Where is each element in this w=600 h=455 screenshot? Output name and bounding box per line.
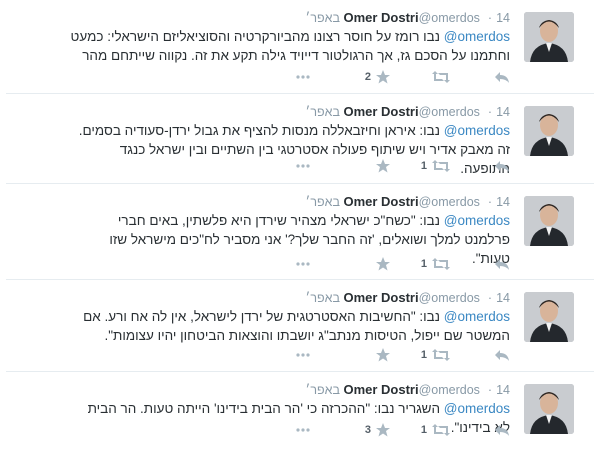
reply-button[interactable] xyxy=(450,71,510,84)
reply-button[interactable] xyxy=(450,424,510,437)
star-icon xyxy=(376,423,390,437)
avatar[interactable] xyxy=(524,292,574,342)
more-button[interactable] xyxy=(296,164,330,168)
reply-icon xyxy=(495,349,509,361)
tweet-header: Omer Dostri@omerdos ·14 באפר׳ xyxy=(306,104,510,120)
separator-dot: · xyxy=(487,195,493,209)
more-dots-icon xyxy=(296,164,310,168)
favorite-button[interactable] xyxy=(330,257,390,271)
reply-button[interactable] xyxy=(450,349,510,362)
more-dots-icon xyxy=(296,262,310,266)
more-button[interactable] xyxy=(296,75,330,79)
tweet-text: @omerdos נבו: "החשיבות האסטרטגית של ירדן… xyxy=(70,307,510,345)
author-name[interactable]: Omer Dostri xyxy=(343,382,418,397)
author-name[interactable]: Omer Dostri xyxy=(343,194,418,209)
tweet-actions: 2 xyxy=(296,69,510,85)
tweet-header: Omer Dostri@omerdos ·14 באפר׳ xyxy=(306,290,510,306)
star-icon xyxy=(376,70,390,84)
favorite-count: 3 xyxy=(364,424,371,436)
favorite-button[interactable]: 2 xyxy=(330,70,390,84)
mention-link[interactable]: @omerdos xyxy=(444,213,510,228)
reply-icon xyxy=(495,160,509,172)
reply-button[interactable] xyxy=(450,258,510,271)
favorite-button[interactable] xyxy=(330,348,390,362)
reply-icon xyxy=(495,258,509,270)
tweet-actions: 1 xyxy=(296,256,510,272)
tweet-header: Omer Dostri@omerdos ·14 באפר׳ xyxy=(306,10,510,26)
tweet-actions: 1 3 xyxy=(296,422,510,438)
more-dots-icon xyxy=(296,75,310,79)
tweet-actions: 1 xyxy=(296,347,510,363)
reply-button[interactable] xyxy=(450,160,510,173)
avatar[interactable] xyxy=(524,384,574,434)
retweet-icon xyxy=(432,258,450,270)
more-dots-icon xyxy=(296,353,310,357)
separator-dot: · xyxy=(487,105,493,119)
retweet-count: 1 xyxy=(420,424,427,436)
mention-link[interactable]: @omerdos xyxy=(444,29,510,44)
favorite-count: 2 xyxy=(364,71,371,83)
retweet-button[interactable]: 1 xyxy=(390,258,450,270)
star-icon xyxy=(376,257,390,271)
retweet-icon xyxy=(432,71,450,83)
avatar[interactable] xyxy=(524,12,574,62)
more-dots-icon xyxy=(296,428,310,432)
tweet[interactable]: Omer Dostri@omerdos ·14 באפר׳ @omerdos נב… xyxy=(6,94,594,184)
retweet-button[interactable] xyxy=(390,71,450,83)
avatar[interactable] xyxy=(524,106,574,156)
star-icon xyxy=(376,159,390,173)
more-button[interactable] xyxy=(296,353,330,357)
retweet-button[interactable]: 1 xyxy=(390,424,450,436)
mention-link[interactable]: @omerdos xyxy=(444,309,510,324)
favorite-button[interactable]: 3 xyxy=(330,423,390,437)
star-icon xyxy=(376,348,390,362)
retweet-icon xyxy=(432,349,450,361)
retweet-icon xyxy=(432,424,450,436)
author-handle[interactable]: @omerdos xyxy=(419,291,480,305)
mention-link[interactable]: @omerdos xyxy=(444,123,510,138)
separator-dot: · xyxy=(487,11,493,25)
tweet-actions: 1 xyxy=(296,158,510,174)
author-handle[interactable]: @omerdos xyxy=(419,195,480,209)
retweet-count: 1 xyxy=(420,349,427,361)
separator-dot: · xyxy=(487,383,493,397)
avatar[interactable] xyxy=(524,196,574,246)
retweet-count: 1 xyxy=(420,160,427,172)
reply-icon xyxy=(495,71,509,83)
author-name[interactable]: Omer Dostri xyxy=(343,10,418,25)
favorite-button[interactable] xyxy=(330,159,390,173)
retweet-icon xyxy=(432,160,450,172)
retweet-button[interactable]: 1 xyxy=(390,160,450,172)
tweet-header: Omer Dostri@omerdos ·14 באפר׳ xyxy=(306,194,510,210)
tweet[interactable]: Omer Dostri@omerdos ·14 באפר׳ @omerdos נב… xyxy=(6,184,594,280)
reply-icon xyxy=(495,424,509,436)
author-name[interactable]: Omer Dostri xyxy=(343,104,418,119)
author-handle[interactable]: @omerdos xyxy=(419,11,480,25)
tweet-text: @omerdos נבו רומז על חוסר רצונו מהביורקר… xyxy=(70,27,510,65)
author-name[interactable]: Omer Dostri xyxy=(343,290,418,305)
retweet-count: 1 xyxy=(420,258,427,270)
author-handle[interactable]: @omerdos xyxy=(419,105,480,119)
author-handle[interactable]: @omerdos xyxy=(419,383,480,397)
retweet-button[interactable]: 1 xyxy=(390,349,450,361)
separator-dot: · xyxy=(487,291,493,305)
tweet[interactable]: Omer Dostri@omerdos ·14 באפר׳ @omerdos נב… xyxy=(6,280,594,372)
tweet[interactable]: Omer Dostri@omerdos ·14 באפר׳ @omerdos הש… xyxy=(6,372,594,455)
mention-link[interactable]: @omerdos xyxy=(444,401,510,416)
tweet[interactable]: Omer Dostri@omerdos ·14 באפר׳ @omerdos נב… xyxy=(6,0,594,94)
more-button[interactable] xyxy=(296,428,330,432)
more-button[interactable] xyxy=(296,262,330,266)
tweet-header: Omer Dostri@omerdos ·14 באפר׳ xyxy=(306,382,510,398)
